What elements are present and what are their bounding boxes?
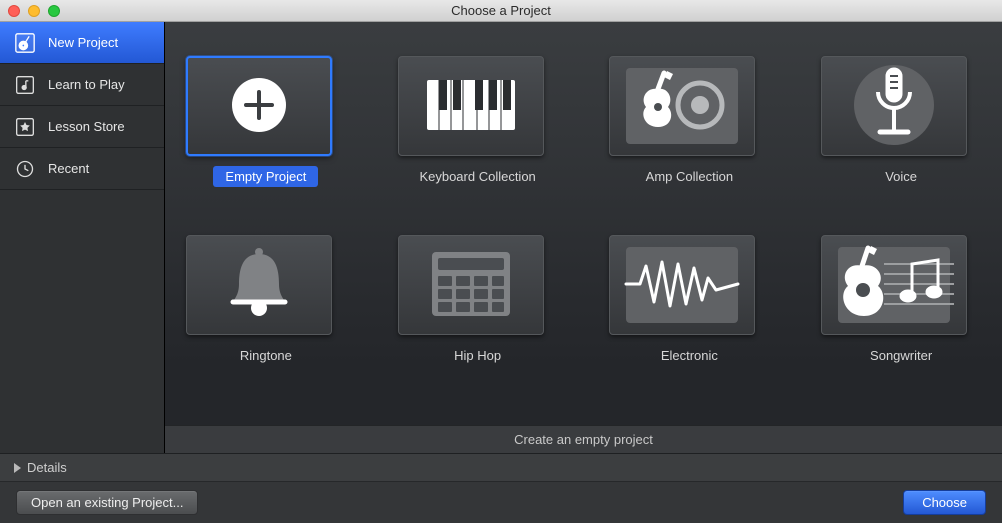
waveform-icon [622,254,742,317]
template-label: Electronic [649,345,730,366]
template-grid: Empty Project [183,56,984,366]
titlebar: Choose a Project [0,0,1002,22]
disclosure-triangle-icon [14,463,21,473]
template-label: Hip Hop [442,345,513,366]
clock-icon [14,158,36,180]
template-keyboard-collection[interactable]: Keyboard Collection [398,56,558,187]
details-label: Details [27,460,67,475]
sidebar-item-label: Lesson Store [48,119,125,134]
guitar-icon [14,32,36,54]
template-label: Empty Project [213,166,318,187]
sidebar-item-lesson-store[interactable]: Lesson Store [0,106,164,148]
sidebar: New Project Learn to Play Lesson Sto [0,22,165,453]
template-hip-hop[interactable]: Hip Hop [398,235,558,366]
sidebar-item-label: New Project [48,35,118,50]
sidebar-item-recent[interactable]: Recent [0,148,164,190]
template-label: Amp Collection [634,166,745,187]
sidebar-item-label: Recent [48,161,89,176]
template-amp-collection[interactable]: Amp Collection [609,56,769,187]
bell-icon [219,244,299,327]
sidebar-item-new-project[interactable]: New Project [0,22,164,64]
template-label: Voice [873,166,929,187]
drum-machine-icon [428,248,514,323]
choose-button[interactable]: Choose [903,490,986,515]
template-electronic[interactable]: Electronic [609,235,769,366]
template-songwriter[interactable]: Songwriter [821,235,981,366]
template-description: Create an empty project [165,425,1002,453]
template-voice[interactable]: Voice [821,56,981,187]
guitar-amp-icon [622,65,742,148]
piano-keys-icon [421,72,521,141]
sidebar-item-label: Learn to Play [48,77,125,92]
guitar-notes-icon [830,242,958,329]
microphone-icon [866,64,922,149]
note-box-icon [14,74,36,96]
star-box-icon [14,116,36,138]
template-label: Ringtone [228,345,304,366]
template-label: Songwriter [858,345,944,366]
open-existing-project-button[interactable]: Open an existing Project... [16,490,198,515]
template-empty-project[interactable]: Empty Project [186,56,346,187]
details-disclosure[interactable]: Details [0,454,1002,482]
plus-circle-icon [230,76,288,137]
template-label: Keyboard Collection [407,166,547,187]
window-title: Choose a Project [0,3,1002,18]
template-ringtone[interactable]: Ringtone [186,235,346,366]
sidebar-item-learn-to-play[interactable]: Learn to Play [0,64,164,106]
